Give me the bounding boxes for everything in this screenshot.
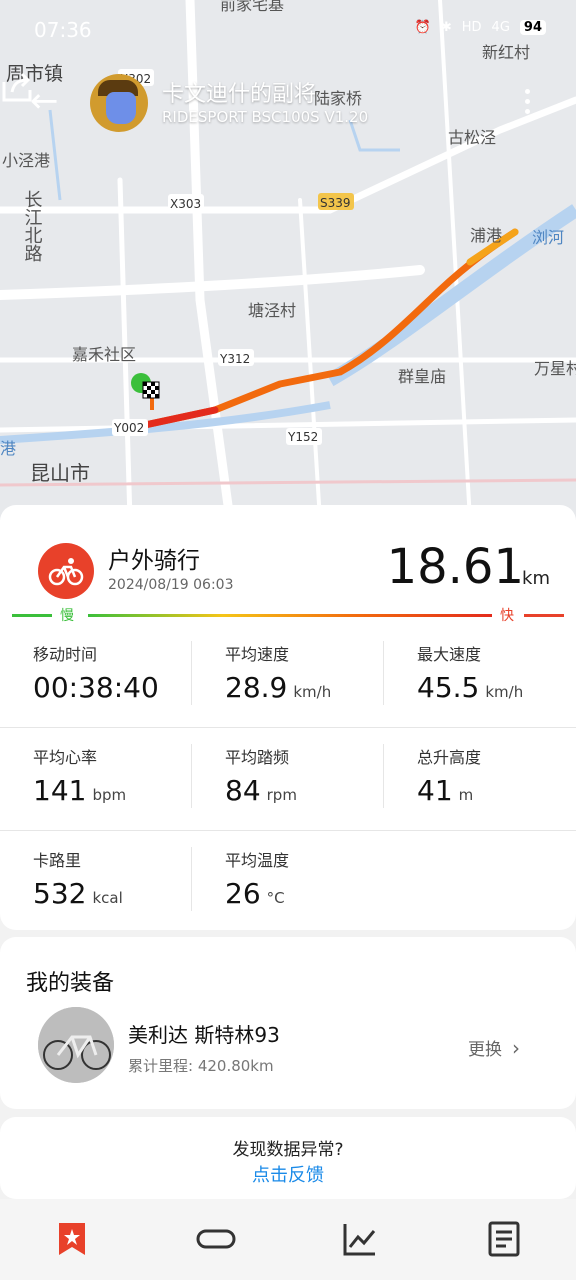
feedback-question: 发现数据异常? bbox=[232, 1140, 344, 1160]
stats-grid: 移动时间 00:38:40 平均速度 28.9 km/h 最大速度 45.5 km/… bbox=[0, 625, 576, 933]
map-label: 昆山市 bbox=[30, 461, 90, 485]
status-bar: 07:36 ⏰ ✱ HD 4G 94 bbox=[0, 0, 576, 60]
fast-label: 快 bbox=[500, 608, 514, 624]
stat-value: 141 bbox=[33, 774, 87, 807]
report-icon[interactable] bbox=[486, 1221, 522, 1257]
bluetooth-icon: ✱ bbox=[440, 20, 452, 35]
map-label: 长江北路 bbox=[22, 190, 43, 262]
stats-row: 移动时间 00:38:40 平均速度 28.9 km/h 最大速度 45.5 km/… bbox=[0, 625, 576, 728]
stat-unit: rpm bbox=[266, 786, 297, 804]
bike-mileage: 累计里程: 420.80km bbox=[128, 1057, 274, 1075]
signal-icon: 4G bbox=[491, 20, 510, 35]
feedback-link[interactable]: 点击反馈 bbox=[0, 1161, 576, 1187]
speed-legend-bar bbox=[12, 609, 564, 621]
chevron-right-icon: › bbox=[512, 1036, 520, 1060]
stats-row: 平均心率 141 bpm 平均踏频 84 rpm 总升高度 41 m bbox=[0, 728, 576, 831]
map-label: 群皇庙 bbox=[398, 367, 446, 386]
ring-icon[interactable] bbox=[196, 1221, 236, 1257]
stat-value: 532 bbox=[33, 877, 87, 910]
chart-icon[interactable] bbox=[342, 1221, 378, 1257]
stat-label: 总升高度 bbox=[417, 748, 482, 767]
workout-datetime: 2024/08/19 06:03 bbox=[108, 577, 234, 593]
workout-summary-card: 户外骑行 2024/08/19 06:03 18.61 km 慢 快 移动时间 … bbox=[0, 505, 576, 930]
map-label: Y312 bbox=[219, 352, 250, 366]
stat-unit: bpm bbox=[92, 786, 127, 804]
avatar[interactable] bbox=[90, 74, 148, 132]
stat-label: 平均心率 bbox=[33, 748, 98, 767]
stat-unit: km/h bbox=[485, 683, 524, 701]
bottom-tab-bar bbox=[0, 1199, 576, 1280]
stat-unit: km/h bbox=[293, 683, 332, 701]
map-label: 浦港 bbox=[470, 226, 502, 245]
stat-unit: m bbox=[458, 786, 474, 804]
status-time: 07:36 bbox=[34, 18, 92, 42]
stat-max-speed: 最大速度 45.5 km/h bbox=[417, 641, 576, 711]
map-label: S339 bbox=[320, 196, 351, 210]
map-label: 港 bbox=[0, 439, 16, 458]
stat-value: 28.9 bbox=[225, 671, 288, 704]
user-name: 卡文迪什的副将 bbox=[162, 82, 317, 107]
stat-calories: 卡路里 532 kcal bbox=[33, 847, 223, 917]
stat-unit: °C bbox=[266, 889, 285, 907]
feedback-card: 发现数据异常? 点击反馈 bbox=[0, 1117, 576, 1199]
battery-icon: 94 bbox=[519, 20, 546, 35]
distance-unit: km bbox=[522, 568, 550, 589]
bike-name: 美利达 斯特林93 bbox=[128, 1023, 280, 1047]
stat-moving-time: 移动时间 00:38:40 bbox=[33, 641, 223, 711]
hd-icon: HD bbox=[461, 20, 482, 35]
route-map[interactable]: 前家宅基 周市镇 新红村 X302 陆家桥 古松泾 小泾港 X303 S339 … bbox=[0, 0, 576, 520]
cycling-icon bbox=[38, 543, 94, 599]
stat-value: 00:38:40 bbox=[33, 671, 159, 704]
map-label: Y152 bbox=[287, 430, 318, 444]
stat-value: 26 bbox=[225, 877, 261, 910]
back-arrow-icon[interactable]: ← bbox=[30, 84, 60, 118]
map-label: 小泾港 bbox=[2, 151, 50, 170]
stat-label: 移动时间 bbox=[33, 645, 98, 664]
device-name: RIDESPORT BSC100S V1.20 bbox=[162, 108, 369, 126]
stat-unit: kcal bbox=[92, 889, 123, 907]
gear-title: 我的装备 bbox=[26, 971, 115, 996]
stat-label: 卡路里 bbox=[33, 851, 82, 870]
stats-row: 卡路里 532 kcal 平均温度 26 °C bbox=[0, 831, 576, 933]
slow-label: 慢 bbox=[60, 608, 74, 624]
workout-type: 户外骑行 bbox=[108, 548, 200, 574]
stat-avg-temperature: 平均温度 26 °C bbox=[225, 847, 415, 917]
stat-elevation-gain: 总升高度 41 m bbox=[417, 744, 576, 814]
change-gear-label: 更换 bbox=[468, 1040, 502, 1060]
stat-label: 平均温度 bbox=[225, 851, 290, 870]
stat-avg-cadence: 平均踏频 84 rpm bbox=[225, 744, 415, 814]
stat-value: 84 bbox=[225, 774, 261, 807]
map-label: 嘉禾社区 bbox=[72, 345, 136, 364]
map-label: Y002 bbox=[113, 421, 144, 435]
map-label: X303 bbox=[170, 197, 201, 211]
bookmark-icon[interactable] bbox=[54, 1221, 90, 1257]
stat-value: 41 bbox=[417, 774, 453, 807]
map-label: 塘泾村 bbox=[248, 301, 296, 320]
alarm-icon: ⏰ bbox=[414, 20, 431, 35]
stat-avg-heart-rate: 平均心率 141 bpm bbox=[33, 744, 223, 814]
my-gear-card: 我的装备 美利达 斯特林93 累计里程: 420.80km 更换 › bbox=[0, 937, 576, 1109]
bike-photo bbox=[38, 1007, 114, 1083]
change-gear-button[interactable]: 更换 › bbox=[468, 1035, 520, 1060]
stat-value: 45.5 bbox=[417, 671, 480, 704]
stat-label: 平均踏频 bbox=[225, 748, 290, 767]
stat-avg-speed: 平均速度 28.9 km/h bbox=[225, 641, 415, 711]
map-label: 浏河 bbox=[532, 228, 564, 247]
share-icon[interactable] bbox=[0, 70, 34, 104]
stat-label: 最大速度 bbox=[417, 645, 482, 664]
distance-value: 18.61 bbox=[386, 539, 524, 595]
more-options-icon[interactable] bbox=[520, 84, 534, 124]
top-header: ← 卡文迪什的副将 RIDESPORT BSC100S V1.20 bbox=[0, 70, 576, 140]
status-icons: ⏰ ✱ HD 4G 94 bbox=[415, 20, 546, 35]
map-label: 万星村 bbox=[534, 359, 576, 378]
stat-label: 平均速度 bbox=[225, 645, 290, 664]
